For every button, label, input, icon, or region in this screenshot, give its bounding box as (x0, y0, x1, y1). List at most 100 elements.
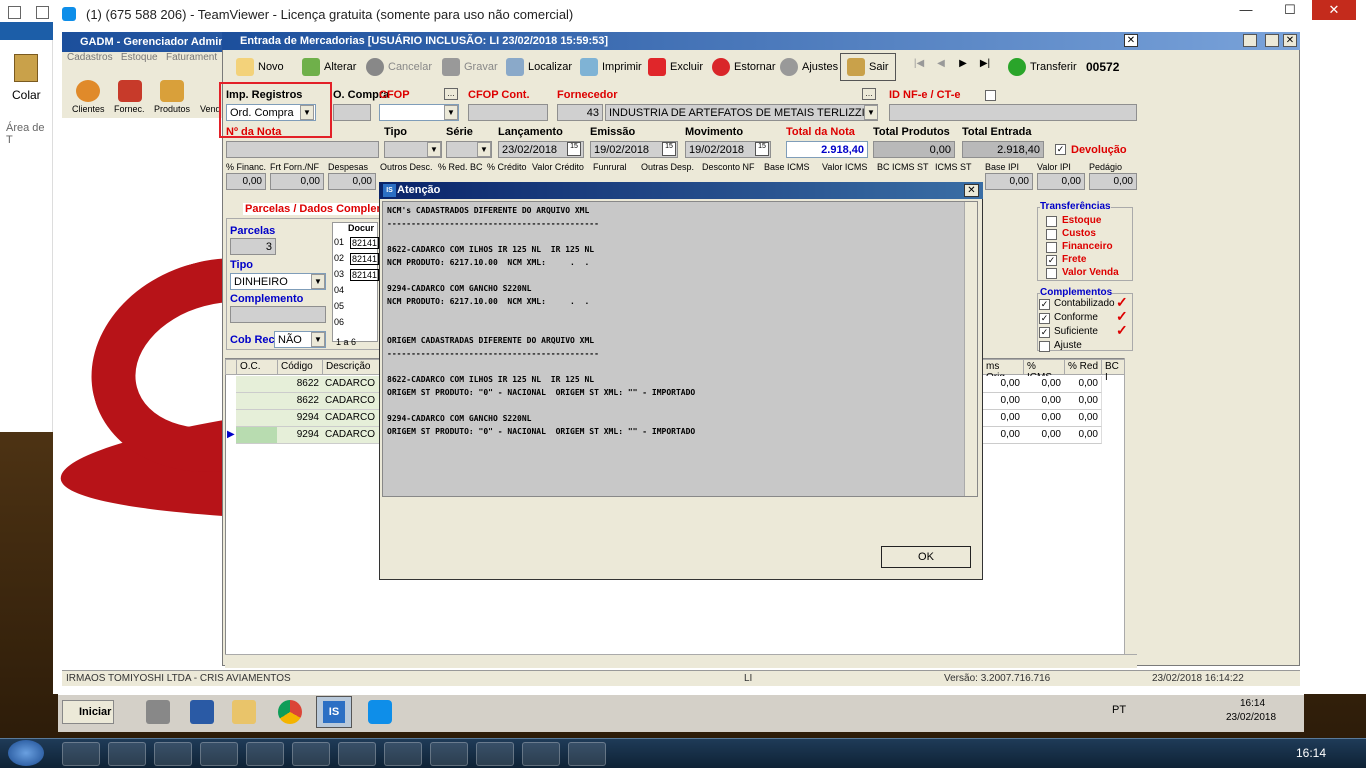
taskbar-explorer-icon[interactable] (62, 742, 100, 766)
grid-cell-descricao[interactable]: CADARCO (322, 410, 380, 427)
gravar-button[interactable]: Gravar (442, 52, 498, 82)
pedagio-input[interactable]: 0,00 (1089, 173, 1137, 190)
language-indicator[interactable]: PT (1112, 704, 1126, 716)
taskbar-app-icon[interactable] (246, 742, 284, 766)
grid-cell-value[interactable]: 0,00 (1023, 376, 1065, 393)
grid-horizontal-scrollbar[interactable] (225, 654, 1137, 668)
dialog-scrollbar[interactable] (964, 202, 977, 496)
id-nfe-checkbox[interactable] (985, 90, 996, 101)
frt-forn-input[interactable]: 0,00 (270, 173, 324, 190)
docum-cell[interactable]: 82141 (350, 237, 380, 249)
total-nota-input[interactable]: 2.918,40 (786, 141, 868, 158)
frete-checkbox[interactable]: ✓ (1046, 255, 1057, 266)
first-record-icon[interactable]: |◀ (910, 58, 928, 76)
valor-venda-checkbox[interactable] (1046, 268, 1057, 279)
estoque-checkbox[interactable] (1046, 216, 1057, 227)
cfop-search-button[interactable]: … (444, 88, 458, 100)
novo-button[interactable]: Novo (236, 52, 284, 82)
estornar-button[interactable]: Estornar (712, 52, 776, 82)
grid-cell-value[interactable]: 0,00 (1023, 410, 1065, 427)
chrome-icon[interactable] (278, 700, 302, 724)
id-nfe-input[interactable] (889, 104, 1137, 121)
grid-header-red[interactable]: % Red (1064, 359, 1102, 375)
taskbar-chrome-icon[interactable] (200, 742, 238, 766)
custos-checkbox[interactable] (1046, 229, 1057, 240)
teamviewer-icon[interactable] (368, 700, 392, 724)
produtos-icon[interactable] (160, 80, 184, 102)
grid-cell-value[interactable]: 0,00 (982, 393, 1024, 410)
next-record-icon[interactable]: ▶ (954, 58, 972, 76)
grid-header-codigo[interactable]: Código (277, 359, 323, 375)
table-row[interactable] (236, 393, 278, 410)
table-row[interactable] (236, 410, 278, 427)
menu-cadastros[interactable]: Cadastros (67, 52, 113, 63)
transferir-button[interactable]: Transferir (1008, 52, 1077, 82)
excluir-button[interactable]: Excluir (648, 52, 703, 82)
valor-ipi-input[interactable]: 0,00 (1037, 173, 1085, 190)
grid-cell-descricao[interactable]: CADARCO (322, 427, 380, 444)
grid-cell-value[interactable]: 0,00 (1023, 427, 1065, 444)
maximize-button[interactable]: ☐ (1268, 0, 1312, 20)
grid-cell-value[interactable]: 0,00 (1064, 410, 1102, 427)
grid-header-icms-orig[interactable]: ms Orig. (982, 359, 1024, 383)
docum-cell[interactable]: 82141 (350, 253, 380, 265)
win-close-icon[interactable]: ✕ (1283, 34, 1297, 47)
grid-header-descricao[interactable]: Descrição (322, 359, 380, 375)
minimize-button[interactable]: — (1224, 0, 1268, 20)
grid-cell-value[interactable]: 0,00 (1064, 427, 1102, 444)
imprimir-button[interactable]: Imprimir (580, 52, 642, 82)
grid-header-bc[interactable]: BC I (1101, 359, 1125, 383)
ajuste-checkbox[interactable] (1039, 341, 1050, 352)
grid-header-oc[interactable]: O.C. (236, 359, 278, 375)
chevron-down-icon[interactable]: ▼ (444, 105, 458, 120)
localizar-button[interactable]: Localizar (506, 52, 572, 82)
grid-cell-codigo[interactable]: 9294 (277, 427, 323, 444)
fornecedor-icon[interactable] (118, 80, 142, 102)
parcelas-input[interactable]: 3 (230, 238, 276, 255)
table-row[interactable] (236, 427, 278, 444)
server-icon[interactable] (146, 700, 170, 724)
grid-cell-value[interactable]: 0,00 (1064, 393, 1102, 410)
checkbox-icon[interactable] (8, 6, 21, 19)
clientes-icon[interactable] (76, 80, 100, 102)
win-minimize-button[interactable] (1243, 34, 1257, 47)
complemento-input[interactable] (230, 306, 326, 323)
financ-input[interactable]: 0,00 (226, 173, 266, 190)
calendar-icon[interactable]: 15 (567, 142, 581, 156)
grid-cell-descricao[interactable]: CADARCO (322, 393, 380, 410)
windows-start-icon[interactable] (8, 740, 44, 766)
taskbar-folder-icon[interactable] (108, 742, 146, 766)
cfop-cont-select[interactable] (468, 104, 548, 121)
grid-cell-value[interactable]: 0,00 (1023, 393, 1065, 410)
grid-cell-codigo[interactable]: 8622 (277, 393, 323, 410)
grid-cell-value[interactable]: 0,00 (982, 427, 1024, 444)
grid-header-icms[interactable]: % ICMS (1023, 359, 1065, 383)
menu-estoque[interactable]: Estoque (121, 52, 158, 63)
taskbar-window-icon[interactable] (338, 742, 376, 766)
menu-faturamento[interactable]: Faturament (166, 52, 217, 63)
calendar-icon[interactable]: 15 (662, 142, 676, 156)
grid-cell-value[interactable]: 0,00 (982, 410, 1024, 427)
chevron-down-icon[interactable]: ▼ (311, 332, 325, 347)
taskbar-app-icon[interactable] (292, 742, 330, 766)
taskbar-app-icon[interactable] (522, 742, 560, 766)
alterar-button[interactable]: Alterar (302, 52, 356, 82)
grid-cell-codigo[interactable]: 9294 (277, 410, 323, 427)
conforme-checkbox[interactable]: ✓ (1039, 313, 1050, 324)
parcelas-tab[interactable]: Parcelas / Dados Complem (243, 203, 389, 215)
checkbox-icon[interactable] (36, 6, 49, 19)
grid-cell-codigo[interactable]: 8622 (277, 376, 323, 393)
close-button[interactable]: ✕ (1312, 0, 1356, 20)
o-compra-input[interactable] (333, 104, 371, 121)
suficiente-checkbox[interactable]: ✓ (1039, 327, 1050, 338)
grid-cell-descricao[interactable]: CADARCO (322, 376, 380, 393)
cancelar-button[interactable]: Cancelar (366, 52, 432, 82)
despesas-input[interactable]: 0,00 (328, 173, 376, 190)
taskbar-app-icon[interactable] (154, 742, 192, 766)
taskbar-teamviewer-icon[interactable] (476, 742, 514, 766)
fornecedor-code[interactable]: 43 (557, 104, 603, 121)
ajustes-button[interactable]: Ajustes (780, 52, 838, 82)
chevron-down-icon[interactable]: ▼ (427, 142, 441, 157)
nr-nota-input[interactable] (226, 141, 379, 158)
taskbar-calculator-icon[interactable] (568, 742, 606, 766)
